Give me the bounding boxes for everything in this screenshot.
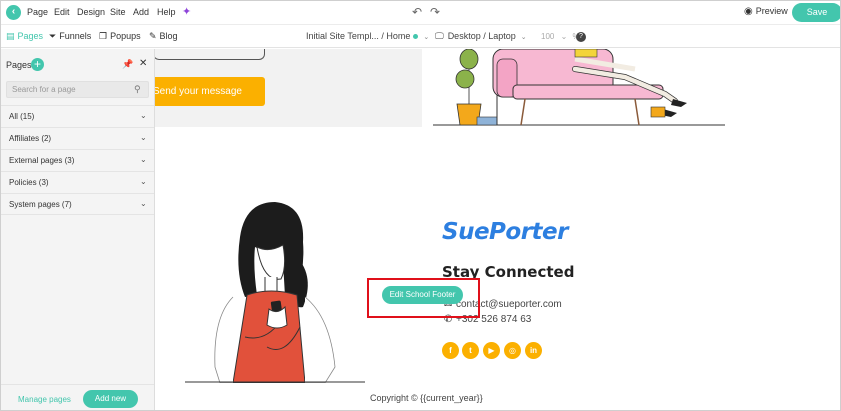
page-selector-label: Initial Site Templ... / Home [306, 31, 411, 41]
page-category-external[interactable]: External pages (3) ⌄ [1, 149, 154, 171]
tab-pages-label: Pages [17, 31, 44, 41]
save-button[interactable]: Save [792, 3, 840, 22]
instagram-icon[interactable]: ◎ [504, 342, 521, 359]
help-icon[interactable]: ? [576, 32, 586, 42]
zoom-control[interactable]: 100 ⌄ % [541, 32, 580, 41]
page-canvas[interactable]: Send your message SuePorter Stay Connect… [155, 49, 840, 410]
menu-help[interactable]: Help [157, 7, 176, 17]
published-status-dot [413, 34, 419, 40]
device-selector[interactable]: 🖵 Desktop / Laptop ⌄ [435, 31, 527, 42]
chevron-down-icon: ⌄ [140, 111, 147, 120]
menu-page[interactable]: Page [27, 7, 48, 17]
undo-icon[interactable]: ↶ [412, 5, 422, 19]
sofa-illustration [433, 49, 725, 126]
highlight-annotation-box [367, 278, 480, 318]
facebook-icon[interactable]: f [442, 342, 459, 359]
tab-blog[interactable]: ✎ Blog [149, 31, 178, 42]
redo-icon[interactable]: ↷ [430, 5, 440, 19]
chevron-down-icon: ⌄ [520, 34, 527, 41]
menu-add[interactable]: Add [133, 7, 149, 17]
zoom-down-icon[interactable]: ⌄ [561, 32, 568, 41]
page-category-policies[interactable]: Policies (3) ⌄ [1, 171, 154, 193]
pin-icon[interactable]: 📌 [122, 59, 133, 70]
page-selector[interactable]: Initial Site Templ... / Home ⌄ [306, 31, 429, 41]
page-category-all[interactable]: All (15) ⌄ [1, 105, 154, 127]
menu-site[interactable]: Site [110, 7, 126, 17]
preview-eye-icon: ◉ [744, 6, 753, 17]
linkedin-icon[interactable]: in [525, 342, 542, 359]
page-category-system[interactable]: System pages (7) ⌄ [1, 193, 154, 215]
popup-icon: ❐ [99, 31, 108, 41]
preview-button[interactable]: ◉ Preview [744, 6, 788, 17]
add-page-icon[interactable]: + [31, 58, 44, 71]
ai-sparkle-icon[interactable]: ✦ [182, 5, 191, 18]
menu-edit[interactable]: Edit [54, 7, 70, 17]
category-label: Policies (3) [9, 178, 49, 187]
pages-panel-footer: Manage pages Add new [1, 384, 154, 410]
chevron-down-icon: ⌄ [140, 177, 147, 186]
brand-logo: SuePorter [442, 219, 568, 245]
back-icon[interactable]: ‹ [6, 5, 21, 20]
pages-panel-title: Pages [6, 60, 32, 70]
preview-label: Preview [755, 6, 788, 16]
site-builder-app: ‹ Page Edit Design Site Add Help ✦ ↶ ↷ ◉… [0, 0, 841, 411]
category-label: External pages (3) [9, 156, 75, 165]
chevron-down-icon: ⌄ [140, 155, 147, 164]
message-textarea[interactable] [155, 49, 265, 60]
youtube-icon[interactable]: ▶ [483, 342, 500, 359]
category-label: Affiliates (2) [9, 134, 52, 143]
chevron-down-icon: ⌄ [140, 199, 147, 208]
pages-icon: ▤ [6, 31, 15, 41]
manage-pages-link[interactable]: Manage pages [18, 395, 71, 404]
category-label: All (15) [9, 112, 35, 121]
pages-panel: Pages + 📌 ✕ ⚲ All (15) ⌄ Affiliates (2) … [1, 49, 155, 410]
tab-pages[interactable]: ▤ Pages [6, 31, 43, 42]
add-new-page-button[interactable]: Add new [83, 390, 138, 408]
funnel-icon: ⏷ [49, 31, 57, 41]
zoom-value: 100 [541, 32, 555, 41]
device-selector-label: Desktop / Laptop [447, 31, 516, 41]
page-category-affiliates[interactable]: Affiliates (2) ⌄ [1, 127, 154, 149]
chevron-down-icon: ⌄ [423, 34, 430, 41]
woman-phone-illustration [185, 202, 365, 383]
tab-popups-label: Popups [110, 31, 141, 41]
editor-toolbar: ▤ Pages ⏷ Funnels ❐ Popups ✎ Blog Initial Si… [1, 25, 840, 48]
chevron-down-icon: ⌄ [140, 133, 147, 142]
search-icon: ⚲ [134, 84, 141, 94]
top-menubar: ‹ Page Edit Design Site Add Help ✦ ↶ ↷ ◉… [1, 1, 840, 25]
copyright-text: Copyright © {{current_year}} [370, 393, 483, 403]
twitter-icon[interactable]: t [462, 342, 479, 359]
monitor-icon: 🖵 [435, 31, 444, 41]
menu-design[interactable]: Design [77, 7, 105, 17]
tab-popups[interactable]: ❐ Popups [99, 31, 141, 42]
close-icon[interactable]: ✕ [139, 58, 147, 69]
send-message-button[interactable]: Send your message [155, 77, 265, 106]
tab-blog-label: Blog [159, 31, 178, 41]
category-label: System pages (7) [9, 200, 72, 209]
page-search-input[interactable] [6, 81, 149, 98]
tab-funnels-label: Funnels [59, 31, 92, 41]
tab-funnels[interactable]: ⏷ Funnels [49, 31, 91, 42]
blog-icon: ✎ [149, 31, 157, 41]
